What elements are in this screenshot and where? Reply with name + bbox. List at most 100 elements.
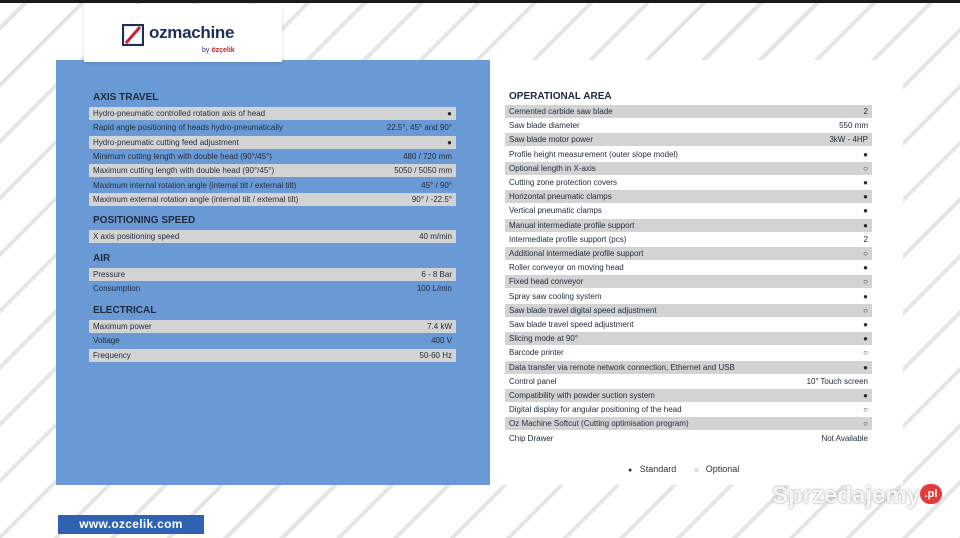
spec-label: Rapid angle positioning of heads hydro-p… xyxy=(93,123,283,132)
operational-row: Barcode printer ○ xyxy=(505,346,872,359)
spec-value: ● xyxy=(863,391,868,400)
operational-row: Manual intermediate profile support ● xyxy=(505,219,872,232)
spec-value: 22.5°, 45° and 90° xyxy=(386,123,452,132)
ozmachine-logo-icon xyxy=(122,24,144,46)
by-brand: özçelik xyxy=(211,47,235,54)
spec-value: ○ xyxy=(863,419,868,428)
watermark-badge: .pl xyxy=(920,484,942,504)
spec-label: Hydro-pneumatic cutting feed adjustment xyxy=(93,138,239,147)
spec-value: 5050 / 5050 mm xyxy=(394,166,452,175)
operational-row: Intermediate profile support (pcs) 2 xyxy=(505,233,872,246)
brand-byline: by özçelik xyxy=(202,47,235,54)
operational-row: Additional intermediate profile support ○ xyxy=(505,247,872,260)
operational-row: Saw blade travel digital speed adjustmen… xyxy=(505,304,872,317)
watermark-text: Sprzedajemy xyxy=(772,482,921,509)
spec-value: ● xyxy=(863,334,868,343)
spec-row: Frequency 50-60 Hz xyxy=(89,349,456,362)
spec-label: Control panel xyxy=(509,377,557,386)
spec-label: Vertical pneumatic clamps xyxy=(509,206,602,215)
spec-row: Consumption 100 L/min xyxy=(89,282,456,295)
operational-row: Oz Machine Softcut (Cutting optimisation… xyxy=(505,417,872,430)
operational-area-title: OPERATIONAL AREA xyxy=(509,91,612,102)
spec-value: ● xyxy=(863,320,868,329)
spec-row: Maximum power 7.4 kW xyxy=(89,320,456,333)
spec-label: Maximum cutting length with double head … xyxy=(93,166,275,175)
spec-value: 6 - 8 Bar xyxy=(421,270,452,279)
spec-label: Saw blade diameter xyxy=(509,121,580,130)
logo-card[interactable]: ozmachine by özçelik xyxy=(84,4,282,62)
spec-value: 100 L/min xyxy=(416,284,452,293)
spec-label: Cutting zone protection covers xyxy=(509,178,618,187)
spec-label: Roller conveyor on moving head xyxy=(509,263,624,272)
spec-label: Saw blade travel speed adjustment xyxy=(509,320,634,329)
spec-value: 2 xyxy=(863,107,868,116)
spec-label: Barcode printer xyxy=(509,348,564,357)
spec-value: ○ xyxy=(863,249,868,258)
spec-row: Hydro-pneumatic controlled rotation axis… xyxy=(89,107,456,120)
spec-label: Fixed head conveyor xyxy=(509,277,584,286)
spec-row: Rapid angle positioning of heads hydro-p… xyxy=(89,121,456,134)
spec-value: 2 xyxy=(863,235,868,244)
spec-label: Slicing mode at 90° xyxy=(509,334,579,343)
operational-row: Chip Drawer Not Available xyxy=(505,432,872,445)
spec-value: ● xyxy=(863,178,868,187)
section-title: ELECTRICAL xyxy=(93,305,157,316)
spec-label: Frequency xyxy=(93,351,131,360)
spec-value: 90° / -22.5° xyxy=(411,195,452,204)
spec-row: X axis positioning speed 40 m/min xyxy=(89,230,456,243)
operational-row: Control panel 10" Touch screen xyxy=(505,375,872,388)
spec-value: ○ xyxy=(863,405,868,414)
top-border xyxy=(0,0,960,3)
spec-value: ● xyxy=(863,263,868,272)
spec-label: Minimum cutting length with double head … xyxy=(93,152,272,161)
legend-optional: ○ Optional xyxy=(694,464,739,474)
legend-optional-label: Optional xyxy=(705,464,740,474)
spec-label: Hydro-pneumatic controlled rotation axis… xyxy=(93,109,266,118)
spec-value: 10" Touch screen xyxy=(806,377,868,386)
spec-value: 400 V xyxy=(431,336,452,345)
operational-row: Fixed head conveyor ○ xyxy=(505,275,872,288)
spec-value: 7.4 kW xyxy=(427,322,452,331)
legend-optional-symbol: ○ xyxy=(694,467,699,474)
operational-row: Compatibility with powder suction system… xyxy=(505,389,872,402)
spec-value: ● xyxy=(447,109,452,118)
spec-value: ○ xyxy=(863,306,868,315)
spec-row: Maximum cutting length with double head … xyxy=(89,164,456,177)
spec-value: ● xyxy=(863,363,868,372)
spec-row: Minimum cutting length with double head … xyxy=(89,150,456,163)
spec-value: ● xyxy=(863,292,868,301)
operational-row: Saw blade diameter 550 mm xyxy=(505,119,872,132)
spec-value: ● xyxy=(863,221,868,230)
spec-label: Profile height measurement (outer slope … xyxy=(509,150,678,159)
spec-value: ● xyxy=(863,150,868,159)
section-title: AIR xyxy=(93,253,111,264)
spec-label: Voltage xyxy=(93,336,120,345)
spec-label: Digital display for angular positioning … xyxy=(509,405,682,414)
spec-label: Consumption xyxy=(93,284,141,293)
by-label: by xyxy=(202,47,210,54)
spec-label: Pressure xyxy=(93,270,126,279)
spec-label: Maximum internal rotation angle (interna… xyxy=(93,181,297,190)
legend-standard-symbol: ● xyxy=(628,467,633,474)
spec-value: 40 m/min xyxy=(419,232,452,241)
spec-value: ● xyxy=(447,138,452,147)
spec-label: Saw blade travel digital speed adjustmen… xyxy=(509,306,657,315)
spec-label: Intermediate profile support (pcs) xyxy=(509,235,627,244)
section-title: POSITIONING SPEED xyxy=(93,215,196,226)
spec-value: ○ xyxy=(863,164,868,173)
spec-row: Hydro-pneumatic cutting feed adjustment ● xyxy=(89,136,456,149)
section-title: AXIS TRAVEL xyxy=(93,92,159,103)
spec-label: Maximum external rotation angle (interna… xyxy=(93,195,299,204)
spec-label: Optional length in X-axis xyxy=(509,164,596,173)
brand-name: ozmachine xyxy=(149,23,235,42)
website-link[interactable]: www.ozcelik.com xyxy=(58,515,204,534)
operational-row: Profile height measurement (outer slope … xyxy=(505,148,872,161)
operational-row: Optional length in X-axis ○ xyxy=(505,162,872,175)
spec-value: ○ xyxy=(863,348,868,357)
spec-label: Additional intermediate profile support xyxy=(509,249,644,258)
spec-label: Spray saw cooling system xyxy=(509,292,602,301)
spec-value: 3kW - 4HP xyxy=(829,135,868,144)
spec-value: 550 mm xyxy=(839,121,868,130)
operational-row: Slicing mode at 90° ● xyxy=(505,332,872,345)
spec-value: ○ xyxy=(863,277,868,286)
